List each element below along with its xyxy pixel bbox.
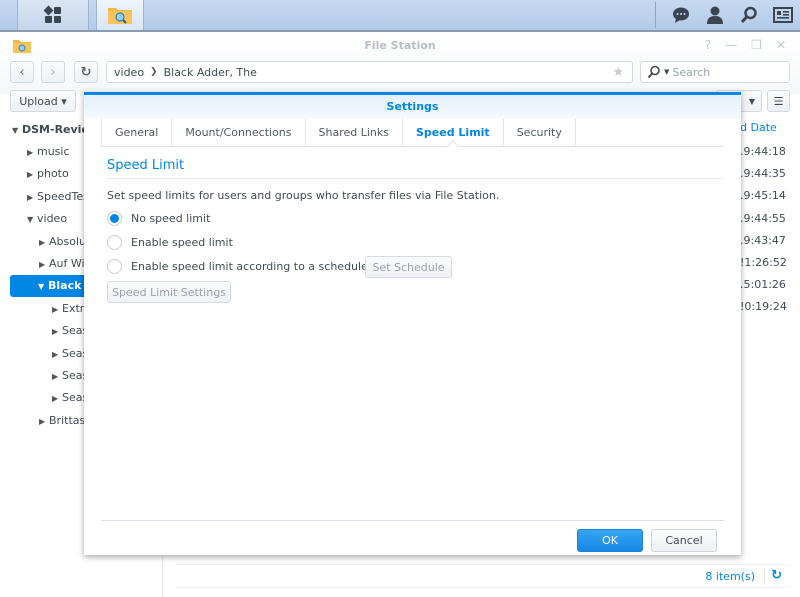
window-title: File Station xyxy=(364,39,436,52)
radio-button-selected[interactable] xyxy=(107,211,122,226)
collapsed-arrow-icon[interactable]: ▶ xyxy=(52,321,62,342)
search-placeholder: Search xyxy=(672,65,711,79)
breadcrumb-separator-icon: ❯ xyxy=(150,67,158,77)
refresh-button[interactable]: ↻ xyxy=(74,61,98,83)
chevron-right-icon: › xyxy=(50,64,56,80)
refresh-icon: ↻ xyxy=(80,64,92,80)
upload-button[interactable]: Upload ▾ xyxy=(10,90,76,112)
tab-shared-links[interactable]: Shared Links xyxy=(304,119,402,146)
set-schedule-button[interactable]: Set Schedule xyxy=(365,256,452,278)
status-bar: 8 item(s) ↻ xyxy=(176,564,790,588)
grid-menu-icon xyxy=(43,5,61,23)
help-icon[interactable]: ? xyxy=(705,38,711,52)
collapsed-arrow-icon[interactable]: ▶ xyxy=(39,254,49,275)
tab-general[interactable]: General xyxy=(101,119,171,146)
chevron-left-icon: ‹ xyxy=(19,64,25,80)
list-item-time: .5:01:26 xyxy=(740,278,786,291)
collapsed-arrow-icon[interactable]: ▶ xyxy=(52,344,62,365)
footer-divider xyxy=(101,520,724,521)
list-item-time: .9:43:47 xyxy=(740,234,786,247)
list-item-time: !0:19:24 xyxy=(740,300,787,313)
collapsed-arrow-icon[interactable]: ▶ xyxy=(27,164,37,185)
ok-button[interactable]: OK xyxy=(577,529,643,552)
sort-button[interactable]: ☰ xyxy=(767,90,790,112)
dialog-title: Settings xyxy=(386,100,439,113)
tab-security[interactable]: Security xyxy=(502,119,576,146)
radio-button[interactable] xyxy=(107,235,122,250)
collapsed-arrow-icon[interactable]: ▶ xyxy=(39,232,49,253)
list-item-time: .9:44:18 xyxy=(740,145,786,158)
user-icon xyxy=(707,6,723,24)
taskbar xyxy=(0,0,800,32)
radio-enable-speed-limit[interactable]: Enable speed limit xyxy=(107,235,233,250)
search-icon xyxy=(740,6,757,24)
list-item-time: .9:44:55 xyxy=(740,212,786,225)
collapsed-arrow-icon[interactable]: ▶ xyxy=(52,366,62,387)
item-count: 8 item(s) xyxy=(705,570,755,583)
taskbar-separator xyxy=(655,2,656,28)
section-title: Speed Limit xyxy=(107,158,185,173)
chat-icon xyxy=(673,7,689,23)
widgets-icon xyxy=(773,7,793,23)
forward-button[interactable]: › xyxy=(41,61,65,83)
file-station-icon xyxy=(108,8,132,24)
collapsed-arrow-icon[interactable]: ▶ xyxy=(27,142,37,163)
breadcrumb-current[interactable]: Black Adder, The xyxy=(164,66,257,79)
status-separator xyxy=(764,568,765,585)
list-item-time: .9:45:14 xyxy=(740,189,786,202)
search-icon xyxy=(647,65,660,79)
dialog-header: Settings xyxy=(84,95,741,119)
minimize-icon[interactable]: — xyxy=(725,38,737,52)
list-item-time: !1:26:52 xyxy=(740,256,787,269)
restore-icon[interactable]: ❐ xyxy=(751,38,762,52)
section-divider xyxy=(107,178,724,179)
cancel-button[interactable]: Cancel xyxy=(651,529,717,552)
back-button[interactable]: ‹ xyxy=(10,61,34,83)
radio-label: Enable speed limit according to a schedu… xyxy=(131,260,368,273)
tab-mount-connections[interactable]: Mount/Connections xyxy=(171,119,304,146)
path-bar[interactable]: video ❯ Black Adder, The ★ xyxy=(106,61,633,83)
sort-icon: ☰ xyxy=(773,94,784,108)
chat-button[interactable] xyxy=(664,0,698,30)
speed-limit-settings-button[interactable]: Speed Limit Settings xyxy=(107,281,231,303)
close-icon[interactable]: ✕ xyxy=(776,38,786,52)
section-description: Set speed limits for users and groups wh… xyxy=(107,189,500,202)
expanded-arrow-icon[interactable]: ▼ xyxy=(12,120,22,141)
expanded-arrow-icon[interactable]: ▼ xyxy=(38,276,48,297)
radio-label: Enable speed limit xyxy=(131,236,233,249)
search-button[interactable] xyxy=(732,0,766,30)
collapsed-arrow-icon[interactable]: ▶ xyxy=(27,187,37,208)
chevron-down-icon: ▼ xyxy=(748,96,756,106)
column-header-modified-date[interactable]: d Date xyxy=(740,121,777,134)
tab-speed-limit[interactable]: Speed Limit xyxy=(402,119,503,146)
widgets-button[interactable] xyxy=(766,0,800,30)
user-button[interactable] xyxy=(698,0,732,30)
collapsed-arrow-icon[interactable]: ▶ xyxy=(39,411,49,432)
radio-button[interactable] xyxy=(107,259,122,274)
list-item-time: .9:44:35 xyxy=(740,167,786,180)
settings-tabs: General Mount/Connections Shared Links S… xyxy=(101,119,724,147)
main-menu-button[interactable] xyxy=(17,0,89,30)
search-input[interactable]: ▼ Search xyxy=(640,61,790,83)
collapsed-arrow-icon[interactable]: ▶ xyxy=(52,299,62,320)
settings-dialog: Settings General Mount/Connections Share… xyxy=(84,92,741,555)
favorite-star-icon[interactable]: ★ xyxy=(612,65,624,80)
taskbar-file-station[interactable] xyxy=(96,0,144,30)
radio-no-speed-limit[interactable]: No speed limit xyxy=(107,211,210,226)
search-dropdown-icon[interactable]: ▼ xyxy=(664,68,669,76)
breadcrumb-video[interactable]: video xyxy=(114,66,144,79)
expanded-arrow-icon[interactable]: ▼ xyxy=(27,209,37,230)
collapsed-arrow-icon[interactable]: ▶ xyxy=(52,388,62,409)
refresh-icon[interactable]: ↻ xyxy=(771,568,782,583)
radio-enable-schedule[interactable]: Enable speed limit according to a schedu… xyxy=(107,259,368,274)
radio-label: No speed limit xyxy=(131,212,211,225)
